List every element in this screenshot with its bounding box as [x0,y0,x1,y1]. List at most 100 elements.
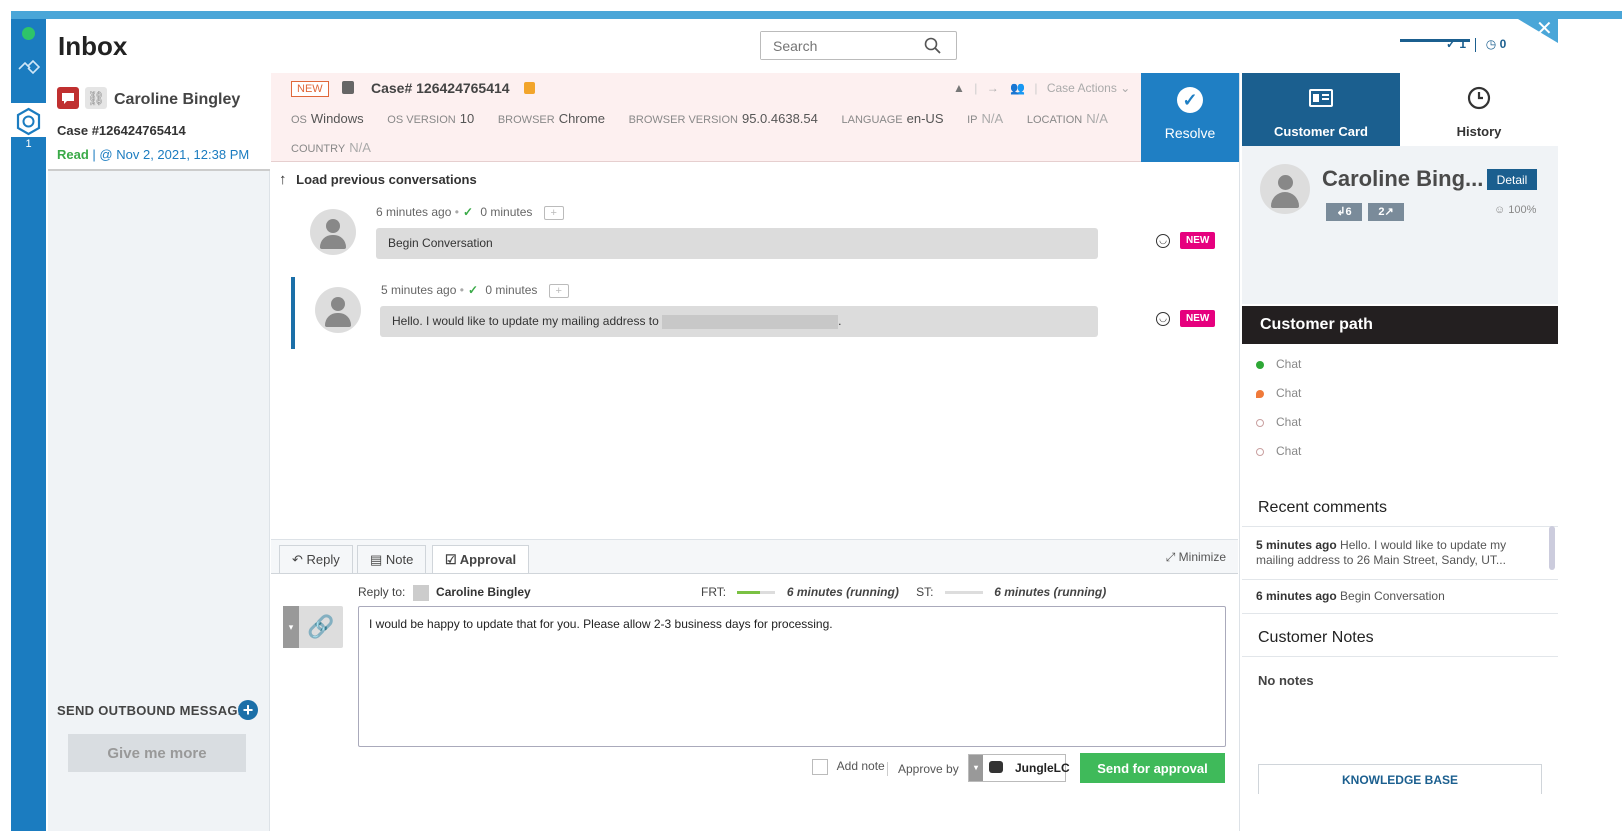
case-card[interactable]: ⛓ Caroline Bingley Case #126424765414 Re… [48,73,270,171]
sentiment-icon[interactable]: ◡ [1156,234,1170,248]
customer-card: Caroline Bing... Detail ↲6 2↗ ☺ 100% [1242,146,1558,304]
path-item[interactable]: Chat [1256,357,1301,371]
ip-value: N/A [981,111,1004,126]
case-tools: ▲ | → 👥 | Case Actions ⌄ [953,81,1131,95]
message-bubble: Begin Conversation [376,228,1098,259]
case-list-panel: ⛓ Caroline Bingley Case #126424765414 Re… [48,73,270,831]
tab-history[interactable]: History [1400,73,1558,146]
tab-approval-label: Approval [459,552,517,567]
expand-icon: ⤢ [1165,550,1176,564]
page-header: Inbox ✓ 1 ◷ 0 [46,19,1622,73]
message-1[interactable]: 6 minutes ago • ✓ 0 minutes + Begin Conve… [271,163,1238,263]
sentiment-icon[interactable]: ◡ [1156,312,1170,326]
conversation-area: ↑ Load previous conversations 6 minutes … [271,163,1238,538]
path-item[interactable]: Chat [1256,386,1301,400]
recipient-avatar [412,585,429,601]
path-item[interactable]: Chat [1256,415,1301,429]
approver-caret-icon[interactable]: ▾ [969,755,983,781]
recent-comments-title: Recent comments [1258,499,1387,516]
st-label: ST: [916,585,934,599]
tab-customer-card-label: Customer Card [1274,124,1368,139]
tab-approval[interactable]: ☑ Approval [432,545,530,573]
comments-scrollbar[interactable] [1549,526,1555,570]
approver-select[interactable]: ▾ JungleLC [968,754,1070,782]
pending-count: 0 [1499,37,1507,51]
approve-by-label: Approve by [887,762,959,776]
page-title: Inbox [58,31,128,61]
location-value: N/A [1086,111,1108,126]
divider [1242,613,1558,614]
bag-icon [342,81,354,94]
path-item[interactable]: Chat [1256,444,1301,458]
location-label: LOCATION [1026,114,1083,126]
case-number: Case #126424765414 [57,123,186,138]
country-label: COUNTRY [291,143,346,155]
minimize-button[interactable]: ⤢ Minimize [1166,550,1226,565]
reply-textarea[interactable]: I would be happy to update that for you.… [358,606,1226,747]
tab-customer-card[interactable]: Customer Card [1242,73,1400,146]
country-value: N/A [349,140,371,155]
group-icon[interactable]: 👥 [1010,81,1025,95]
add-tag-icon[interactable]: + [548,283,569,298]
redacted-text [662,314,839,329]
message-2[interactable]: 5 minutes ago • ✓ 0 minutes + Hello. I wo… [271,273,1238,353]
browser-version-value: 95.0.4638.54 [741,111,818,126]
frt-value: 6 minutes (running) [786,585,899,599]
approval-icon: ☑ [445,552,457,567]
add-outbound-icon[interactable]: + [238,700,258,720]
reply-to: Reply to: Caroline Bingley [358,585,531,601]
satisfaction: ☺ 100% [1494,204,1536,216]
warning-icon[interactable]: ▲ [953,81,965,95]
message-text: Begin Conversation [388,236,493,250]
approver-name: JungleLC [1015,761,1070,775]
lock-icon [524,82,535,94]
read-status: Read [57,147,89,162]
outbound-count-badge: 2↗ [1368,203,1404,221]
path-item-label: Chat [1276,444,1302,458]
case-actions-menu[interactable]: Case Actions [1047,81,1117,95]
send-for-approval-button[interactable]: Send for approval [1080,753,1225,783]
path-dot-icon [1256,447,1264,456]
inbound-icon: ↲ [1336,206,1346,218]
customer-card-name: Caroline Bing... [1322,166,1484,191]
path-dot-icon [1256,418,1264,427]
inbox-gear-icon [16,107,41,136]
avatar [310,209,356,255]
resolve-label: Resolve [1164,125,1216,141]
close-icon[interactable]: ✕ [1536,16,1553,41]
chevron-down-icon[interactable]: ⌄ [1120,81,1130,95]
knowledge-base-button[interactable]: KNOWLEDGE BASE [1258,764,1542,794]
add-note-checkbox[interactable] [812,759,828,775]
tab-note[interactable]: ▤ Note [357,545,427,573]
delivered-check-icon: ✓ [467,283,478,297]
reply-icon: ↶ [292,552,303,567]
search-icon[interactable] [924,37,942,55]
customer-panel: Customer Card History Caroline Bing... D… [1239,73,1558,831]
search-input[interactable] [761,32,911,59]
detail-button[interactable]: Detail [1487,169,1537,190]
clock-icon [1467,86,1491,110]
resolve-button[interactable]: ✓ Resolve [1141,73,1239,162]
divider [1242,526,1558,527]
dropdown-caret-icon[interactable]: ▾ [283,606,299,648]
divider [1242,656,1558,657]
give-me-more-button[interactable]: Give me more [68,734,246,772]
add-tag-icon[interactable]: + [543,205,564,220]
path-item-label: Chat [1276,386,1302,400]
no-notes-text: No notes [1258,673,1314,688]
transfer-icon[interactable]: → [987,81,999,95]
add-note-option[interactable]: Add note [812,759,885,775]
top-margin [0,0,1623,10]
message-meta: 6 minutes ago • ✓ 0 minutes + [376,205,564,220]
os-version-label: OS VERSION [387,114,456,126]
comment-item[interactable]: 5 minutes ago Hello. I would like to upd… [1256,538,1546,568]
id-card-icon [1309,89,1333,107]
avatar [315,287,361,333]
link-dropdown[interactable]: ▾ 🔗 [283,606,343,648]
customer-name: Caroline Bingley [114,91,241,108]
search-box[interactable] [760,31,957,60]
integrations-icon[interactable] [15,57,42,79]
comment-item[interactable]: 6 minutes ago Begin Conversation [1256,589,1546,604]
minimize-label: Minimize [1178,550,1226,564]
tab-reply[interactable]: ↶ Reply [279,545,353,573]
